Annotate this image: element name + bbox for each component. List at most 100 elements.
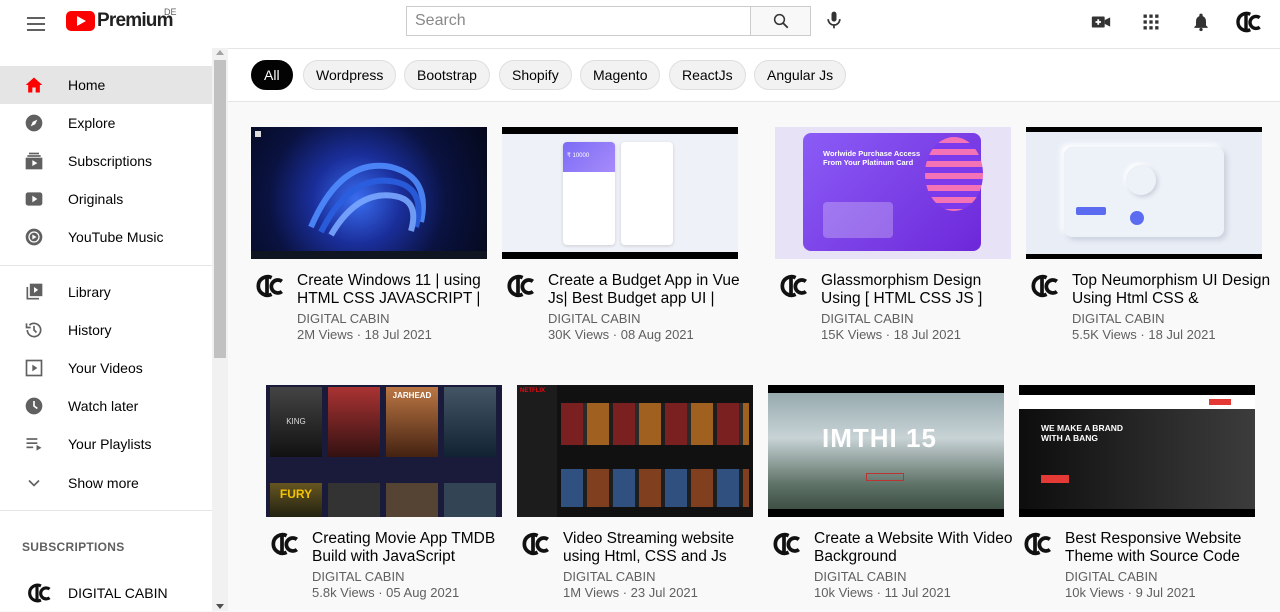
channel-name[interactable]: DIGITAL CABIN (312, 569, 404, 584)
channel-avatar (22, 583, 52, 603)
chip-angularjs[interactable]: Angular Js (754, 60, 847, 90)
movie-poster: FURY (270, 483, 322, 517)
channel-name[interactable]: DIGITAL CABIN (1072, 311, 1164, 326)
scroll-thumb[interactable] (214, 60, 226, 358)
voice-search-button[interactable] (822, 8, 846, 32)
video-title[interactable]: Create Windows 11 | using HTML CSS JAVAS… (297, 272, 497, 308)
sidebar-item-digital-cabin[interactable]: DIGITAL CABIN (0, 574, 212, 612)
video-title[interactable]: Glassmorphism Design Using [ HTML CSS JS… (821, 272, 1021, 308)
video-bg-headline: IMTHI 15 (822, 423, 937, 453)
channel-name[interactable]: DIGITAL CABIN (821, 311, 913, 326)
region-code: DE (164, 7, 177, 17)
sidebar-item-label: Originals (68, 191, 124, 207)
sidebar-item-your-videos[interactable]: Your Videos (0, 349, 212, 387)
video-title[interactable]: Creating Movie App TMDB Build with JavaS… (312, 530, 512, 566)
scroll-down-arrow[interactable] (216, 604, 224, 609)
sidebar-item-library[interactable]: Library (0, 273, 212, 311)
chip-magento[interactable]: Magento (580, 60, 661, 90)
playlists-icon (24, 434, 44, 454)
youtube-premium-logo[interactable]: Premium (66, 10, 174, 32)
video-thumbnail[interactable]: Worlwide Purchase Access From Your Plati… (775, 127, 1011, 259)
video-card[interactable]: Worlwide Purchase Access From Your Plati… (775, 127, 1011, 342)
movie-poster: JARHEAD (386, 387, 438, 457)
music-icon (24, 227, 44, 247)
filter-chips-bar: All Wordpress Bootstrap Shopify Magento … (228, 48, 1280, 102)
chip-shopify[interactable]: Shopify (499, 60, 572, 90)
video-stats: 1M Views · 23 Jul 2021 (563, 585, 698, 600)
video-card[interactable]: KING JARHEAD FURY Creating Movie App TMD… (266, 385, 502, 600)
apps-button[interactable] (1139, 10, 1163, 34)
channel-avatar[interactable] (266, 531, 300, 559)
video-thumbnail[interactable]: ₹ 10000 (502, 127, 738, 259)
video-thumbnail[interactable] (251, 127, 487, 259)
notifications-button[interactable] (1189, 10, 1213, 34)
video-thumbnail[interactable] (1026, 127, 1262, 259)
channel-name[interactable]: DIGITAL CABIN (297, 311, 389, 326)
sidebar-scrollbar[interactable] (212, 48, 228, 611)
channel-name[interactable]: DIGITAL CABIN (1065, 569, 1157, 584)
channel-avatar[interactable] (1026, 273, 1060, 301)
channel-avatar[interactable] (1019, 531, 1053, 559)
video-title[interactable]: Create a Budget App in Vue Js| Best Budg… (548, 272, 748, 308)
channel-avatar[interactable] (251, 273, 285, 301)
subscriptions-heading: SUBSCRIPTIONS (22, 540, 125, 554)
video-title[interactable]: Create a Website With Video Background (814, 530, 1014, 566)
chip-wordpress[interactable]: Wordpress (303, 60, 397, 90)
menu-icon[interactable] (24, 12, 48, 36)
movie-poster: KING (270, 387, 322, 457)
account-avatar[interactable] (1230, 10, 1262, 34)
scroll-up-arrow[interactable] (216, 50, 224, 55)
sidebar-item-youtube-music[interactable]: YouTube Music (0, 218, 212, 256)
responsive-hero-headline: WE MAKE A BRAND WITH A BANG (1041, 423, 1124, 443)
video-meta: Top Neumorphism UI Design Using Html CSS… (1026, 259, 1270, 342)
video-thumbnail[interactable]: WE MAKE A BRAND WITH A BANG (1019, 385, 1255, 517)
top-bar: Premium DE (0, 0, 1280, 48)
search-input[interactable] (407, 7, 750, 35)
sidebar-item-history[interactable]: History (0, 311, 212, 349)
channel-name[interactable]: DIGITAL CABIN (814, 569, 906, 584)
sidebar-item-originals[interactable]: Originals (0, 180, 212, 218)
chip-reactjs[interactable]: ReactJs (669, 60, 746, 90)
sidebar-item-your-playlists[interactable]: Your Playlists (0, 425, 212, 463)
video-meta: Create a Website With Video Background D… (768, 517, 1012, 600)
video-card[interactable]: Top Neumorphism UI Design Using Html CSS… (1026, 127, 1270, 342)
channel-avatar[interactable] (768, 531, 802, 559)
chip-all[interactable]: All (251, 60, 293, 90)
chip-bootstrap[interactable]: Bootstrap (404, 60, 490, 90)
video-card[interactable]: NETFLIX Video Streaming website using Ht… (517, 385, 753, 600)
channel-name[interactable]: DIGITAL CABIN (563, 569, 655, 584)
sidebar-item-label: Home (68, 77, 106, 93)
sidebar-item-watch-later[interactable]: Watch later (0, 387, 212, 425)
glass-card-title: Worlwide Purchase Access From Your Plati… (823, 149, 921, 167)
video-card[interactable]: Create Windows 11 | using HTML CSS JAVAS… (251, 127, 487, 342)
video-stats: 10k Views · 11 Jul 2021 (814, 585, 951, 600)
sidebar-item-home[interactable]: Home (0, 66, 212, 104)
video-card[interactable]: IMTHI 15 Create a Website With Video Bac… (768, 385, 1012, 600)
video-meta: Create Windows 11 | using HTML CSS JAVAS… (251, 259, 487, 342)
channel-name[interactable]: DIGITAL CABIN (548, 311, 640, 326)
video-stats: 2M Views · 18 Jul 2021 (297, 327, 432, 342)
create-button[interactable] (1089, 10, 1113, 34)
sidebar-item-label: Your Playlists (68, 436, 152, 452)
bell-icon (1194, 13, 1208, 32)
chevron-down-icon (24, 473, 44, 493)
video-card[interactable]: ₹ 10000 Create a Budget App in Vue Js| B… (502, 127, 740, 342)
sidebar-item-explore[interactable]: Explore (0, 104, 212, 142)
channel-avatar[interactable] (517, 531, 551, 559)
history-icon (24, 320, 44, 340)
video-title[interactable]: Best Responsive Website Theme with Sourc… (1065, 530, 1265, 566)
video-card[interactable]: WE MAKE A BRAND WITH A BANG Best Respons… (1019, 385, 1255, 600)
sidebar-item-show-more[interactable]: Show more (0, 464, 212, 502)
video-thumbnail[interactable]: IMTHI 15 (768, 385, 1004, 517)
video-thumbnail[interactable]: NETFLIX (517, 385, 753, 517)
video-title[interactable]: Top Neumorphism UI Design Using Html CSS… (1072, 272, 1272, 308)
video-thumbnail[interactable]: KING JARHEAD FURY (266, 385, 502, 517)
video-stats: 15K Views · 18 Jul 2021 (821, 327, 961, 342)
video-title[interactable]: Video Streaming website using Html, CSS … (563, 530, 763, 566)
video-stats: 5.8k Views · 05 Aug 2021 (312, 585, 460, 600)
video-meta: Best Responsive Website Theme with Sourc… (1019, 517, 1255, 600)
sidebar-item-subscriptions[interactable]: Subscriptions (0, 142, 212, 180)
channel-avatar[interactable] (775, 273, 809, 301)
channel-avatar[interactable] (502, 273, 536, 301)
search-button[interactable] (750, 6, 811, 36)
